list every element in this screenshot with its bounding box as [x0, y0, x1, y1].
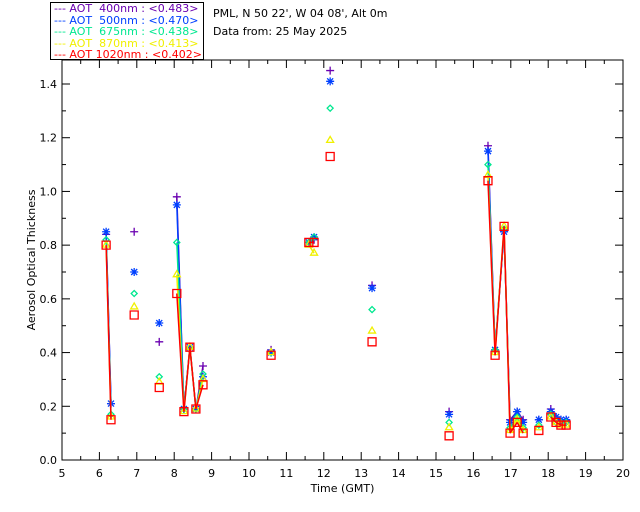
y-tick-label: 0.8: [40, 239, 58, 252]
data-point: [367, 337, 377, 347]
data-point: [326, 66, 335, 75]
data-point: [325, 135, 335, 144]
series-line: [189, 347, 197, 410]
data-point: [102, 227, 111, 236]
series-line: [503, 226, 511, 434]
x-tick-label: 12: [317, 467, 331, 480]
y-tick-label: 0.4: [40, 347, 58, 360]
y-axis-label: Aerosol Optical Thickness: [25, 189, 38, 330]
x-tick-label: 14: [392, 467, 406, 480]
data-point: [367, 325, 377, 334]
data-point: [483, 147, 492, 156]
x-tick-label: 11: [279, 467, 293, 480]
axes-frame: [61, 59, 624, 461]
series-2: [102, 104, 571, 432]
x-tick-label: 6: [96, 467, 103, 480]
chart: --- AOT 400nm : <0.483> --- AOT 500nm : …: [0, 0, 640, 512]
y-tick-label: 1.4: [40, 78, 58, 91]
plot-area: 5 6 7 8 9 10 11 12 13 14 15 16 17 18 19 20 0.0 0.2 0.4 0.6 0…: [25, 59, 630, 495]
series-line: [494, 226, 505, 356]
data-point: [444, 422, 454, 431]
data-point: [368, 284, 377, 293]
x-tick-label: 18: [541, 467, 555, 480]
x-tick-label: 5: [59, 467, 66, 480]
data-point: [326, 104, 335, 113]
x-tick-label: 10: [242, 467, 256, 480]
data-point: [172, 192, 181, 201]
data-point: [368, 305, 376, 314]
series-line: [487, 180, 496, 356]
data-point: [326, 77, 335, 86]
y-tick-label: 1.2: [40, 132, 58, 145]
x-tick-label: 15: [429, 467, 443, 480]
x-tick-label: 13: [354, 467, 368, 480]
data-point: [129, 301, 139, 310]
data-point: [445, 410, 454, 419]
series-4: [101, 151, 571, 441]
y-tick-label: 0.0: [40, 454, 58, 467]
y-tick-label: 1.0: [40, 185, 58, 198]
data-point: [444, 431, 454, 441]
data-point: [155, 337, 164, 346]
data-point: [155, 319, 164, 328]
x-tick-label: 7: [133, 467, 140, 480]
series-line: [105, 245, 112, 420]
data-point: [130, 268, 139, 276]
series-0: [102, 66, 571, 424]
x-tick-label: 19: [579, 467, 593, 480]
series-1: [102, 77, 571, 427]
x-tick-label: 9: [208, 467, 215, 480]
y-tick-label: 0.2: [40, 400, 58, 413]
data-point: [325, 151, 335, 162]
series-line: [183, 347, 191, 412]
x-tick-label: 20: [616, 467, 630, 480]
y-tick-label: 0.6: [40, 293, 58, 306]
data-point: [198, 362, 207, 370]
data-point: [130, 227, 139, 236]
data-point: [129, 310, 139, 320]
x-tick-label: 16: [466, 467, 480, 480]
data-point: [130, 289, 139, 298]
x-axis-label: Time (GMT): [310, 482, 375, 495]
data-point: [172, 200, 181, 209]
x-tick-label: 17: [504, 467, 518, 480]
x-tick-label: 8: [171, 467, 178, 480]
